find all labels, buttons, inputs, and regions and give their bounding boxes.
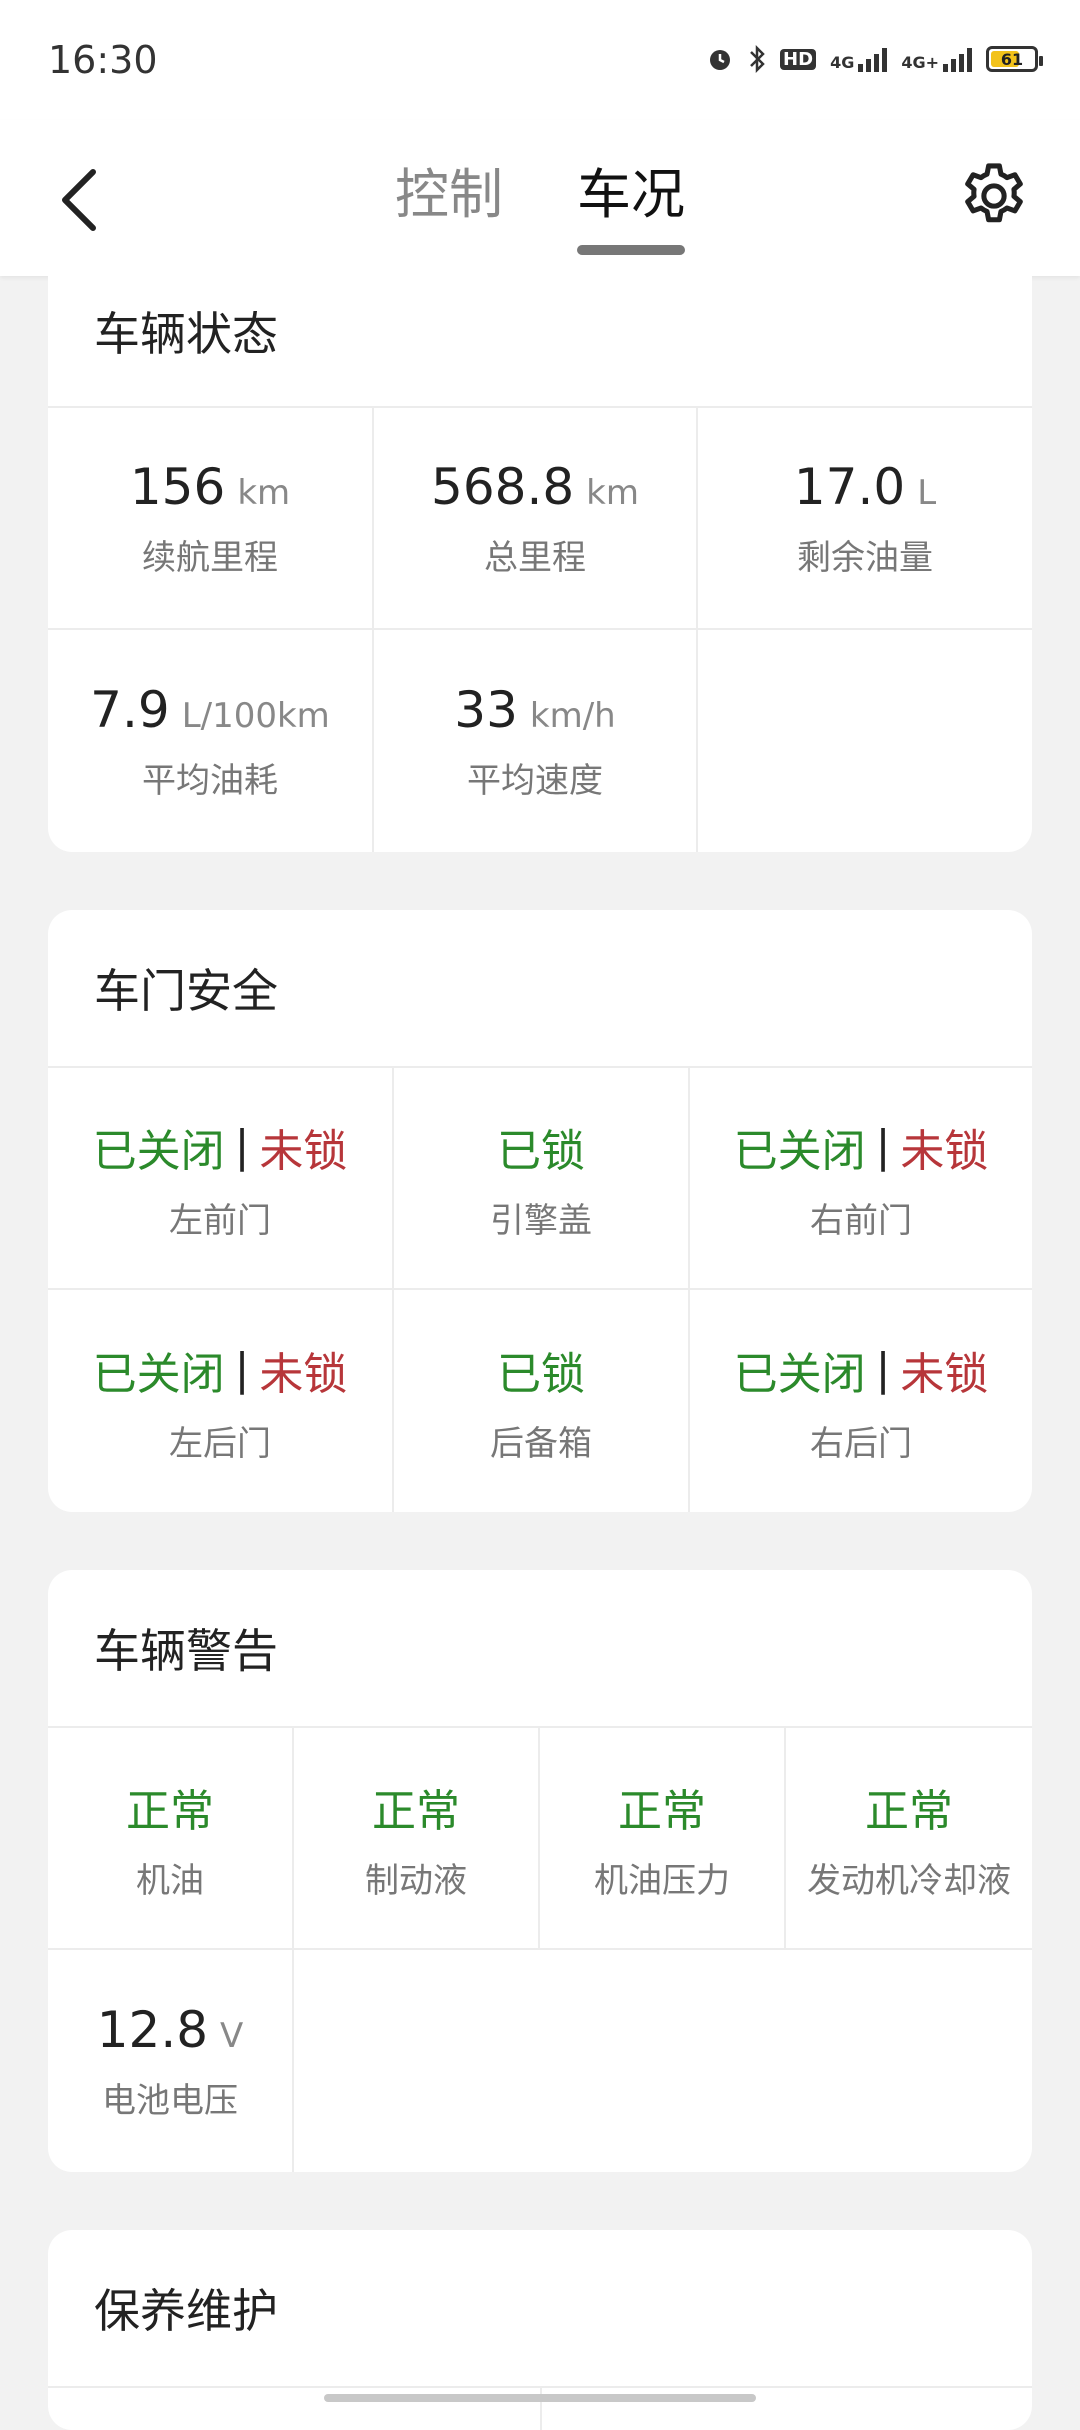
vehicle-status-card: 车辆状态 156 km 续航里程 568.8 km 总里程 17.0 L 剩余油量 7…	[48, 256, 1032, 852]
door-safety-title: 车门安全	[48, 910, 1032, 1068]
avg-fuel-consumption-label: 平均油耗	[142, 760, 278, 801]
odometer-unit: km	[586, 472, 639, 513]
separator: |	[234, 1121, 250, 1172]
front-left-door-cell: 已关闭 | 未锁 左前门	[48, 1068, 394, 1290]
rear-right-door-closed: 已关闭	[733, 1348, 866, 1400]
oil-pressure-cell: 正常 机油压力	[540, 1728, 786, 1950]
signal-4g-icon: 4G	[830, 46, 888, 72]
status-bar: 16:30 HD 4G 4G+ 61	[0, 0, 1080, 120]
rear-right-door-unlocked: 未锁	[900, 1348, 989, 1400]
avg-speed-cell: 33 km/h 平均速度	[374, 630, 698, 852]
front-right-door-label: 右前门	[810, 1200, 912, 1241]
battery-voltage-cell: 12.8 V 电池电压	[48, 1950, 294, 2172]
oil-pressure-status: 正常	[618, 1785, 706, 1837]
front-right-door-cell: 已关闭 | 未锁 右前门	[690, 1068, 1032, 1290]
bluetooth-icon	[750, 44, 765, 74]
avg-fuel-consumption-cell: 7.9 L/100km 平均油耗	[48, 630, 374, 852]
front-left-door-label: 左前门	[169, 1200, 271, 1241]
range-unit: km	[237, 472, 291, 513]
vehicle-warning-title: 车辆警告	[48, 1570, 1032, 1728]
front-right-door-closed: 已关闭	[733, 1125, 866, 1177]
coolant-status: 正常	[865, 1785, 953, 1837]
signal-4g-plus-icon: 4G+	[901, 46, 972, 72]
maintenance-title: 保养维护	[48, 2230, 1032, 2388]
tab-vehicle-status[interactable]: 车况	[577, 150, 685, 255]
empty-cell	[698, 630, 1032, 852]
range-label: 续航里程	[142, 537, 278, 578]
nav-bar: 控制 车况	[0, 120, 1080, 276]
door-safety-card: 车门安全 已关闭 | 未锁 左前门 已锁 引擎盖 已关闭 | 未锁 右前门 已关闭 | 未锁…	[48, 910, 1032, 1512]
front-right-door-unlocked: 未锁	[900, 1125, 989, 1177]
range-cell: 156 km 续航里程	[48, 408, 374, 630]
separator: |	[875, 1121, 891, 1172]
engine-oil-cell: 正常 机油	[48, 1728, 294, 1950]
trunk-label: 后备箱	[490, 1423, 592, 1464]
rear-left-door-closed: 已关闭	[92, 1348, 225, 1400]
odometer-label: 总里程	[484, 537, 586, 578]
hood-label: 引擎盖	[490, 1200, 592, 1241]
home-indicator[interactable]	[324, 2394, 756, 2402]
engine-oil-status: 正常	[126, 1785, 214, 1837]
trunk-locked: 已锁	[497, 1348, 585, 1400]
status-time: 16:30	[48, 38, 158, 82]
rear-left-door-label: 左后门	[169, 1423, 271, 1464]
battery-level: 61	[1000, 49, 1024, 69]
engine-oil-label: 机油	[136, 1860, 204, 1901]
battery-icon: 61	[986, 46, 1043, 72]
battery-voltage-label: 电池电压	[102, 2080, 238, 2121]
rear-right-door-label: 右后门	[810, 1423, 912, 1464]
hood-locked: 已锁	[497, 1125, 585, 1177]
rear-left-door-unlocked: 未锁	[259, 1348, 348, 1400]
network-type-label: 4G	[830, 53, 855, 72]
fuel-remaining-value: 17.0	[793, 457, 906, 516]
brake-fluid-label: 制动液	[365, 1860, 467, 1901]
tab-bar: 控制 车况	[0, 150, 1080, 255]
tab-control[interactable]: 控制	[395, 150, 503, 243]
avg-fuel-consumption-value: 7.9	[90, 680, 170, 739]
trunk-cell: 已锁 后备箱	[394, 1290, 690, 1512]
brake-fluid-cell: 正常 制动液	[294, 1728, 540, 1950]
separator: |	[875, 1344, 891, 1395]
oil-pressure-label: 机油压力	[594, 1860, 730, 1901]
fuel-remaining-cell: 17.0 L 剩余油量	[698, 408, 1032, 630]
avg-fuel-consumption-unit: L/100km	[181, 695, 330, 736]
hd-icon: HD	[780, 48, 817, 70]
rear-left-door-cell: 已关闭 | 未锁 左后门	[48, 1290, 394, 1512]
separator: |	[234, 1344, 250, 1395]
avg-speed-unit: km/h	[529, 695, 616, 736]
alarm-icon	[710, 50, 731, 70]
odometer-value: 568.8	[431, 457, 575, 516]
fuel-remaining-label: 剩余油量	[797, 537, 933, 578]
coolant-cell: 正常 发动机冷却液	[786, 1728, 1032, 1950]
gear-icon	[965, 163, 1023, 223]
avg-speed-value: 33	[454, 680, 518, 739]
front-left-door-unlocked: 未锁	[259, 1125, 348, 1177]
front-left-door-closed: 已关闭	[92, 1125, 225, 1177]
network-type-label-2: 4G+	[901, 53, 939, 72]
settings-button[interactable]	[950, 152, 1038, 240]
vehicle-status-title: 车辆状态	[48, 256, 1032, 408]
brake-fluid-status: 正常	[372, 1785, 460, 1837]
battery-voltage-value: 12.8	[96, 2000, 209, 2059]
odometer-cell: 568.8 km 总里程	[374, 408, 698, 630]
empty-cell	[294, 1950, 1032, 2172]
vehicle-warning-card: 车辆警告 正常 机油 正常 制动液 正常 机油压力 正常 发动机冷却液 12.8…	[48, 1570, 1032, 2172]
rear-right-door-cell: 已关闭 | 未锁 右后门	[690, 1290, 1032, 1512]
hood-cell: 已锁 引擎盖	[394, 1068, 690, 1290]
coolant-label: 发动机冷却液	[807, 1860, 1011, 1901]
avg-speed-label: 平均速度	[467, 760, 603, 801]
status-icons: HD 4G 4G+ 61	[706, 44, 1043, 74]
range-value: 156	[129, 457, 226, 516]
battery-voltage-unit: V	[220, 2015, 244, 2056]
fuel-remaining-unit: L	[917, 472, 937, 513]
